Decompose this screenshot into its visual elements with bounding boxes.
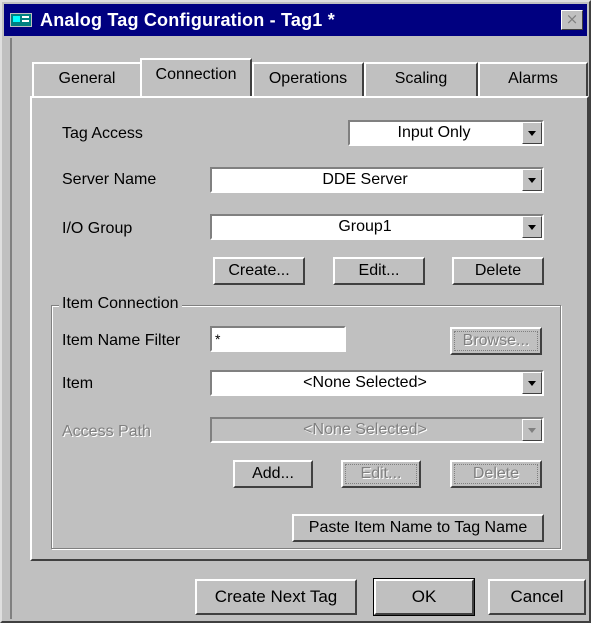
paste-item-name-button[interactable]: Paste Item Name to Tag Name	[292, 514, 544, 542]
tab-operations[interactable]: Operations	[252, 62, 364, 96]
access-path-value: <None Selected>	[303, 421, 427, 438]
tab-label: General	[58, 70, 116, 87]
tab-label: Alarms	[508, 70, 558, 87]
delete-item-label: Delete	[472, 465, 520, 482]
tab-label: Operations	[268, 70, 348, 87]
dialog-window: Analog Tag Configuration - Tag1 * × Gene…	[0, 0, 591, 623]
create-group-label: Create...	[228, 262, 290, 279]
title-bar[interactable]: Analog Tag Configuration - Tag1 * ×	[4, 4, 587, 36]
item-name-filter-value: *	[215, 331, 221, 347]
tab-general[interactable]: General	[32, 62, 142, 96]
tab-connection[interactable]: Connection	[140, 58, 252, 96]
io-group-value: Group1	[338, 218, 392, 235]
edit-item-button[interactable]: Edit...	[341, 460, 421, 488]
delete-item-button[interactable]: Delete	[450, 460, 542, 488]
edit-item-label: Edit...	[360, 465, 402, 482]
close-button[interactable]: ×	[561, 10, 583, 30]
delete-group-label: Delete	[474, 262, 522, 279]
browse-button[interactable]: Browse...	[450, 327, 542, 355]
tab-label: Connection	[155, 66, 237, 83]
chevron-down-icon[interactable]	[522, 169, 542, 191]
item-value: <None Selected>	[303, 374, 427, 391]
tab-scaling[interactable]: Scaling	[364, 62, 478, 96]
browse-label: Browse...	[462, 332, 530, 349]
create-next-tag-label: Create Next Tag	[214, 587, 338, 606]
access-path-select[interactable]: <None Selected>	[210, 417, 544, 443]
chevron-down-icon[interactable]	[522, 122, 542, 144]
paste-item-name-label: Paste Item Name to Tag Name	[308, 519, 528, 536]
tab-label: Scaling	[394, 70, 448, 87]
create-group-button[interactable]: Create...	[213, 257, 305, 285]
tag-config-icon	[10, 12, 32, 28]
cancel-label: Cancel	[510, 587, 564, 606]
tag-access-value: Input Only	[397, 124, 471, 141]
chevron-down-icon[interactable]	[522, 372, 542, 394]
delete-group-button[interactable]: Delete	[452, 257, 544, 285]
item-name-filter-input[interactable]: *	[210, 326, 346, 352]
tag-access-select[interactable]: Input Only	[348, 120, 544, 146]
ok-label: OK	[411, 587, 437, 606]
edit-group-button[interactable]: Edit...	[333, 257, 425, 285]
ok-button[interactable]: OK	[373, 578, 475, 616]
server-name-select[interactable]: DDE Server	[210, 167, 544, 193]
chevron-down-icon[interactable]	[522, 419, 542, 441]
server-name-value: DDE Server	[322, 171, 408, 188]
edit-group-label: Edit...	[358, 262, 400, 279]
create-next-tag-button[interactable]: Create Next Tag	[195, 579, 357, 615]
io-group-select[interactable]: Group1	[210, 214, 544, 240]
add-item-label: Add...	[252, 465, 294, 482]
add-item-button[interactable]: Add...	[233, 460, 313, 488]
item-select[interactable]: <None Selected>	[210, 370, 544, 396]
window-title: Analog Tag Configuration - Tag1 *	[40, 9, 335, 30]
chevron-down-icon[interactable]	[522, 216, 542, 238]
dialog-left-edge	[10, 38, 12, 619]
close-icon: ×	[565, 10, 579, 28]
cancel-button[interactable]: Cancel	[488, 579, 586, 615]
tab-alarms[interactable]: Alarms	[478, 62, 588, 96]
